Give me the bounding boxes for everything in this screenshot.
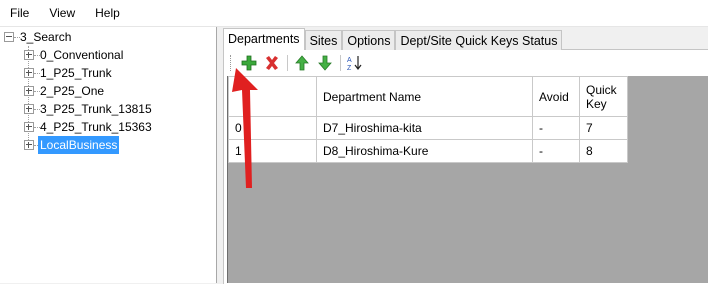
- menu-help[interactable]: Help: [85, 0, 130, 26]
- column-header-avoid[interactable]: Avoid: [532, 76, 580, 117]
- toolbar-grip[interactable]: [230, 55, 233, 71]
- menu-view[interactable]: View: [39, 0, 85, 26]
- table-row[interactable]: 0 D7_Hiroshima-kita - 7: [228, 116, 628, 140]
- collapse-icon[interactable]: [4, 32, 14, 42]
- move-up-icon: [295, 55, 309, 71]
- delete-button[interactable]: [262, 53, 282, 73]
- expand-icon[interactable]: [24, 50, 34, 60]
- tree-node-label: 0_Conventional: [40, 48, 124, 62]
- expand-icon[interactable]: [24, 140, 34, 150]
- toolbar-separator: [287, 55, 288, 71]
- tree-node-label-selected: LocalBusiness: [38, 136, 120, 154]
- quick-key-cell[interactable]: 7: [579, 116, 628, 140]
- department-table: Department Name Avoid Quick Key 0 D7_Hir…: [228, 76, 628, 163]
- add-button[interactable]: [239, 53, 259, 73]
- table-row[interactable]: 1 D8_Hiroshima-Kure - 8: [228, 139, 628, 163]
- add-icon: [241, 55, 257, 71]
- avoid-cell[interactable]: -: [532, 139, 580, 163]
- tree-node-label: 2_P25_One: [40, 84, 105, 98]
- column-header-name[interactable]: Department Name: [316, 76, 533, 117]
- tree-node-label: 3_Search: [20, 30, 72, 44]
- expand-icon[interactable]: [24, 68, 34, 78]
- row-index[interactable]: 0: [228, 116, 317, 140]
- department-name-cell[interactable]: D7_Hiroshima-kita: [316, 116, 533, 140]
- menu-file[interactable]: File: [0, 0, 39, 26]
- column-header-quick-key[interactable]: Quick Key: [579, 76, 628, 117]
- tab-departments[interactable]: Departments: [223, 28, 305, 50]
- tree-view[interactable]: 3_Search 0_Conventional 1_P25_Trunk 2_P2…: [0, 27, 217, 283]
- svg-text:A: A: [347, 57, 352, 64]
- tree-node-label: 4_P25_Trunk_15363: [40, 120, 152, 134]
- expand-icon[interactable]: [24, 86, 34, 96]
- tree-node-label: 1_P25_Trunk: [40, 66, 112, 80]
- expand-icon[interactable]: [24, 122, 34, 132]
- tab-sites[interactable]: Sites: [304, 30, 343, 50]
- tree-node-label: 3_P25_Trunk_13815: [40, 102, 152, 116]
- menu-bar: File View Help: [0, 0, 708, 27]
- toolbar-separator: [340, 55, 341, 71]
- move-down-icon: [318, 55, 332, 71]
- expand-icon[interactable]: [24, 104, 34, 114]
- tab-options[interactable]: Options: [342, 30, 396, 50]
- tab-quick-keys-status[interactable]: Dept/Site Quick Keys Status: [395, 30, 563, 50]
- table-header-row: Department Name Avoid Quick Key: [228, 76, 628, 117]
- move-down-button[interactable]: [315, 53, 335, 73]
- toolbar: A Z: [226, 51, 368, 75]
- tab-strip: Departments Sites Options Dept/Site Quic…: [223, 28, 563, 50]
- column-header-index[interactable]: [228, 76, 317, 117]
- department-name-cell[interactable]: D8_Hiroshima-Kure: [316, 139, 533, 163]
- row-index[interactable]: 1: [228, 139, 317, 163]
- sort-button[interactable]: A Z: [345, 53, 365, 73]
- department-grid: Department Name Avoid Quick Key 0 D7_Hir…: [227, 76, 708, 283]
- svg-text:Z: Z: [347, 65, 352, 72]
- avoid-cell[interactable]: -: [532, 116, 580, 140]
- sort-az-icon: A Z: [347, 56, 362, 72]
- delete-icon: [266, 56, 278, 70]
- quick-key-cell[interactable]: 8: [579, 139, 628, 163]
- move-up-button[interactable]: [292, 53, 312, 73]
